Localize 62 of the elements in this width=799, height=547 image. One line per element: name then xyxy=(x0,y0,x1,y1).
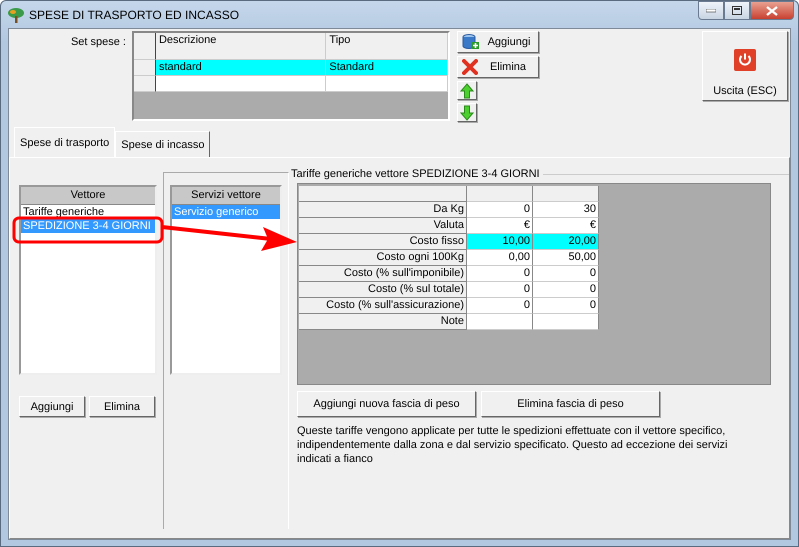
down-arrow-icon xyxy=(460,104,474,120)
vettore-button[interactable]: Aggiungi xyxy=(19,396,85,417)
table-cell[interactable] xyxy=(326,76,448,92)
tree-icon xyxy=(7,6,25,22)
row-header-cell[interactable] xyxy=(134,60,156,76)
database-add-icon xyxy=(462,34,480,50)
row-label: Da Kg xyxy=(299,202,467,218)
column-header: Servizi vettore xyxy=(172,187,280,205)
table-cell[interactable]: 0 xyxy=(533,298,599,314)
row-label: Costo ogni 100Kg xyxy=(299,250,467,266)
close-button[interactable] xyxy=(750,1,794,20)
table-cell[interactable]: € xyxy=(467,218,533,234)
header-cell xyxy=(533,186,599,202)
vettore-button[interactable]: Elimina xyxy=(89,396,155,417)
up-arrow-icon xyxy=(460,82,474,98)
row-label: Costo (% sul totale) xyxy=(299,282,467,298)
row-header-cell[interactable] xyxy=(134,76,156,92)
table-cell[interactable]: 0 xyxy=(467,266,533,282)
header-cell xyxy=(467,186,533,202)
table-cell[interactable]: 30 xyxy=(533,202,599,218)
window-title: SPESE DI TRASPORTO ED INCASSO xyxy=(29,8,240,22)
row-label: Valuta xyxy=(299,218,467,234)
table-cell[interactable]: 0 xyxy=(467,202,533,218)
close-icon xyxy=(766,6,778,16)
table-cell[interactable]: 20,00 xyxy=(533,234,599,250)
exit-button[interactable]: Uscita (ESC) xyxy=(702,31,788,101)
row-label: Costo (% sull'imponibile) xyxy=(299,266,467,282)
minimize-button[interactable] xyxy=(698,1,724,20)
table-cell[interactable]: 0,00 xyxy=(467,250,533,266)
add-button[interactable]: Aggiungi xyxy=(457,31,539,53)
group-title: Tariffe generiche vettore SPEDIZIONE 3-4 GIORNI xyxy=(290,168,540,180)
maximize-button[interactable] xyxy=(724,1,750,20)
table-cell[interactable] xyxy=(156,76,326,92)
move-up-button[interactable] xyxy=(457,81,477,100)
weight-band-button[interactable]: Elimina fascia di peso xyxy=(481,391,660,417)
table-cell[interactable]: 0 xyxy=(533,282,599,298)
power-icon xyxy=(734,49,756,71)
table-cell[interactable] xyxy=(467,314,533,330)
table-cell[interactable]: standard xyxy=(156,60,326,76)
table-cell[interactable]: € xyxy=(533,218,599,234)
table-cell[interactable]: 50,00 xyxy=(533,250,599,266)
cross-icon xyxy=(462,59,478,75)
table-cell[interactable]: Standard xyxy=(326,60,448,76)
table-cell[interactable]: 0 xyxy=(467,298,533,314)
set-spese-label: Set spese : xyxy=(70,35,126,50)
weight-band-button[interactable]: Aggiungi nuova fascia di peso xyxy=(297,391,476,417)
move-down-button[interactable] xyxy=(457,103,477,122)
tab[interactable]: Spese di trasporto xyxy=(14,127,116,157)
row-label: Note xyxy=(299,314,467,330)
restore-icon xyxy=(732,6,742,15)
table-cell[interactable]: 0 xyxy=(533,266,599,282)
tab[interactable]: Spese di incasso xyxy=(115,131,210,157)
table-cell[interactable]: 10,00 xyxy=(467,234,533,250)
row-label: Costo (% sull'assicurazione) xyxy=(299,298,467,314)
info-text: Queste tariffe vengono applicate per tutte le spedizioni effettuate con il vettore specifico, indipendentemente dalla zona e dal servizio specificato. Questo ad eccezione dei servizi indicati a fianco xyxy=(297,424,728,466)
delete-button[interactable]: Elimina xyxy=(457,56,539,78)
table-cell[interactable] xyxy=(533,314,599,330)
column-header: Vettore xyxy=(21,187,155,205)
row-label: Costo fisso xyxy=(299,234,467,250)
list-item[interactable]: Tariffe generiche xyxy=(21,205,155,219)
minimize-icon xyxy=(706,8,716,12)
table-cell[interactable]: 0 xyxy=(467,282,533,298)
